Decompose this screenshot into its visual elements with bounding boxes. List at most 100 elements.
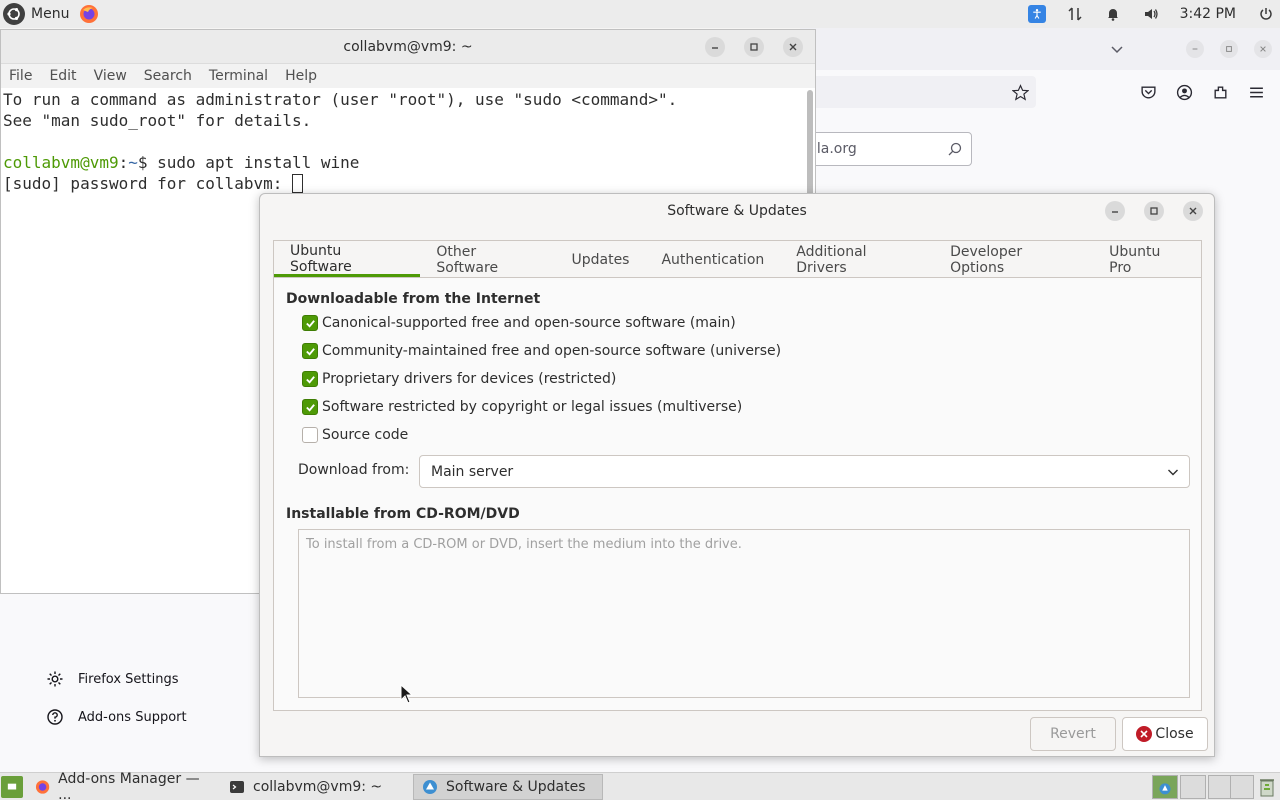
prompt-user: collabvm@vm9 xyxy=(3,153,119,172)
source-main-label: Canonical-supported free and open-source… xyxy=(322,315,736,331)
source-restricted-label: Proprietary drivers for devices (restric… xyxy=(322,371,617,387)
close-icon[interactable] xyxy=(1183,201,1203,221)
tab-additional-drivers[interactable]: Additional Drivers xyxy=(780,241,934,278)
checkbox-checked-icon[interactable] xyxy=(302,343,318,359)
taskbar-item-terminal[interactable]: collabvm@vm9: ~ xyxy=(221,774,409,800)
tab-bar: Ubuntu Software Other Software Updates A… xyxy=(274,241,1201,278)
firefox-icon xyxy=(35,779,50,794)
terminal-icon xyxy=(230,780,244,793)
top-panel: Menu 3:42 PM xyxy=(0,0,1280,28)
menu-button[interactable]: Menu xyxy=(31,6,69,22)
url-bar[interactable] xyxy=(800,76,1036,108)
menu-terminal[interactable]: Terminal xyxy=(209,68,268,84)
ubuntu-logo-icon[interactable] xyxy=(3,3,25,25)
revert-button[interactable]: Revert xyxy=(1030,717,1116,751)
terminal-output[interactable]: To run a command as administrator (user … xyxy=(1,88,815,194)
maximize-icon[interactable] xyxy=(1220,40,1238,58)
addons-search-input[interactable]: lla.org xyxy=(800,132,972,166)
download-from-label: Download from: xyxy=(298,462,410,478)
terminal-cursor xyxy=(291,174,303,193)
addons-support-link[interactable]: Add-ons Support xyxy=(46,708,187,726)
tab-developer-options[interactable]: Developer Options xyxy=(934,241,1093,278)
checkbox-unchecked-icon[interactable] xyxy=(302,427,318,443)
terminal-title: collabvm@vm9: ~ xyxy=(343,38,473,55)
cdrom-heading: Installable from CD-ROM/DVD xyxy=(286,506,520,522)
search-icon xyxy=(948,142,962,156)
maximize-icon[interactable] xyxy=(1144,201,1164,221)
checkbox-checked-icon[interactable] xyxy=(302,371,318,387)
close-icon[interactable] xyxy=(783,37,803,57)
window-title: Software & Updates xyxy=(667,203,807,219)
menu-view[interactable]: View xyxy=(94,68,127,84)
software-updates-titlebar[interactable]: Software & Updates xyxy=(260,194,1214,228)
hamburger-menu-icon[interactable] xyxy=(1246,82,1266,102)
close-icon xyxy=(1136,726,1153,742)
minimize-icon[interactable] xyxy=(1105,201,1125,221)
taskbar-item-addons-manager[interactable]: Add-ons Manager — ... xyxy=(27,771,217,800)
volume-icon[interactable] xyxy=(1132,0,1170,28)
network-icon[interactable] xyxy=(1056,0,1094,28)
close-button-label: Close xyxy=(1155,726,1194,742)
pocket-icon[interactable] xyxy=(1138,82,1158,102)
account-icon[interactable] xyxy=(1174,82,1194,102)
source-multiverse-checkbox[interactable]: Software restricted by copyright or lega… xyxy=(302,399,742,415)
close-button[interactable]: Close xyxy=(1122,717,1208,751)
taskbar-item-label: collabvm@vm9: ~ xyxy=(253,778,383,795)
prompt-path: ~ xyxy=(128,153,138,172)
source-code-label: Source code xyxy=(322,427,409,443)
clock[interactable]: 3:42 PM xyxy=(1170,6,1252,22)
download-server-value: Main server xyxy=(431,463,514,480)
terminal-prompt-line: collabvm@vm9:~$ sudo apt install wine xyxy=(3,152,815,173)
checkbox-checked-icon[interactable] xyxy=(302,315,318,331)
source-code-checkbox[interactable]: Source code xyxy=(302,427,408,443)
menu-file[interactable]: File xyxy=(9,68,32,84)
ubuntu-software-pane: Downloadable from the Internet Canonical… xyxy=(274,278,1201,711)
tab-updates[interactable]: Updates xyxy=(555,241,645,278)
show-desktop-icon[interactable] xyxy=(1,775,23,798)
sudo-prompt: [sudo] password for collabvm: xyxy=(3,174,292,193)
firefox-settings-link[interactable]: Firefox Settings xyxy=(46,670,178,688)
bookmark-star-icon[interactable] xyxy=(1010,82,1030,102)
terminal-titlebar[interactable]: collabvm@vm9: ~ xyxy=(1,30,815,64)
accessibility-icon[interactable] xyxy=(1018,0,1056,28)
minimize-icon[interactable] xyxy=(1186,40,1204,58)
menu-search[interactable]: Search xyxy=(144,68,192,84)
tab-authentication[interactable]: Authentication xyxy=(645,241,780,278)
software-updates-window: Software & Updates Ubuntu Software Other… xyxy=(259,193,1215,757)
source-restricted-checkbox[interactable]: Proprietary drivers for devices (restric… xyxy=(302,371,616,387)
download-server-dropdown[interactable]: Main server xyxy=(419,455,1190,488)
minimize-icon[interactable] xyxy=(705,37,725,57)
source-universe-label: Community-maintained free and open-sourc… xyxy=(322,343,782,359)
terminal-line: To run a command as administrator (user … xyxy=(3,90,678,109)
workspace-4[interactable] xyxy=(1230,775,1254,799)
cdrom-placeholder: To install from a CD-ROM or DVD, insert … xyxy=(306,537,742,552)
taskbar-item-software-updates[interactable]: Software & Updates xyxy=(413,773,603,800)
extensions-icon[interactable] xyxy=(1210,82,1230,102)
close-icon[interactable] xyxy=(1254,40,1272,58)
trash-icon[interactable] xyxy=(1258,776,1276,798)
power-icon[interactable] xyxy=(1252,0,1280,28)
tab-ubuntu-pro[interactable]: Ubuntu Pro xyxy=(1093,241,1201,278)
notification-bell-icon[interactable] xyxy=(1094,0,1132,28)
chevron-down-icon[interactable] xyxy=(1108,40,1126,58)
maximize-icon[interactable] xyxy=(744,37,764,57)
firefox-titlebar xyxy=(800,28,1280,70)
prompt-symbol: $ xyxy=(137,153,158,172)
tab-ubuntu-software[interactable]: Ubuntu Software xyxy=(274,241,421,277)
menu-help[interactable]: Help xyxy=(285,68,317,84)
tab-other-software[interactable]: Other Software xyxy=(420,241,555,278)
terminal-command: sudo apt install wine xyxy=(157,153,360,172)
terminal-scrollbar[interactable] xyxy=(807,90,813,200)
source-multiverse-label: Software restricted by copyright or lega… xyxy=(322,399,743,415)
prompt-separator: : xyxy=(118,153,129,172)
cdrom-list[interactable]: To install from a CD-ROM or DVD, insert … xyxy=(298,529,1190,698)
firefox-icon[interactable] xyxy=(79,4,99,24)
checkbox-checked-icon[interactable] xyxy=(302,399,318,415)
sudo-password-line: [sudo] password for collabvm: xyxy=(3,173,815,194)
workspace-2[interactable] xyxy=(1180,775,1206,799)
menu-edit[interactable]: Edit xyxy=(49,68,76,84)
addons-support-label: Add-ons Support xyxy=(78,709,187,725)
workspace-1[interactable] xyxy=(1152,775,1178,799)
source-main-checkbox[interactable]: Canonical-supported free and open-source… xyxy=(302,315,736,331)
source-universe-checkbox[interactable]: Community-maintained free and open-sourc… xyxy=(302,343,781,359)
